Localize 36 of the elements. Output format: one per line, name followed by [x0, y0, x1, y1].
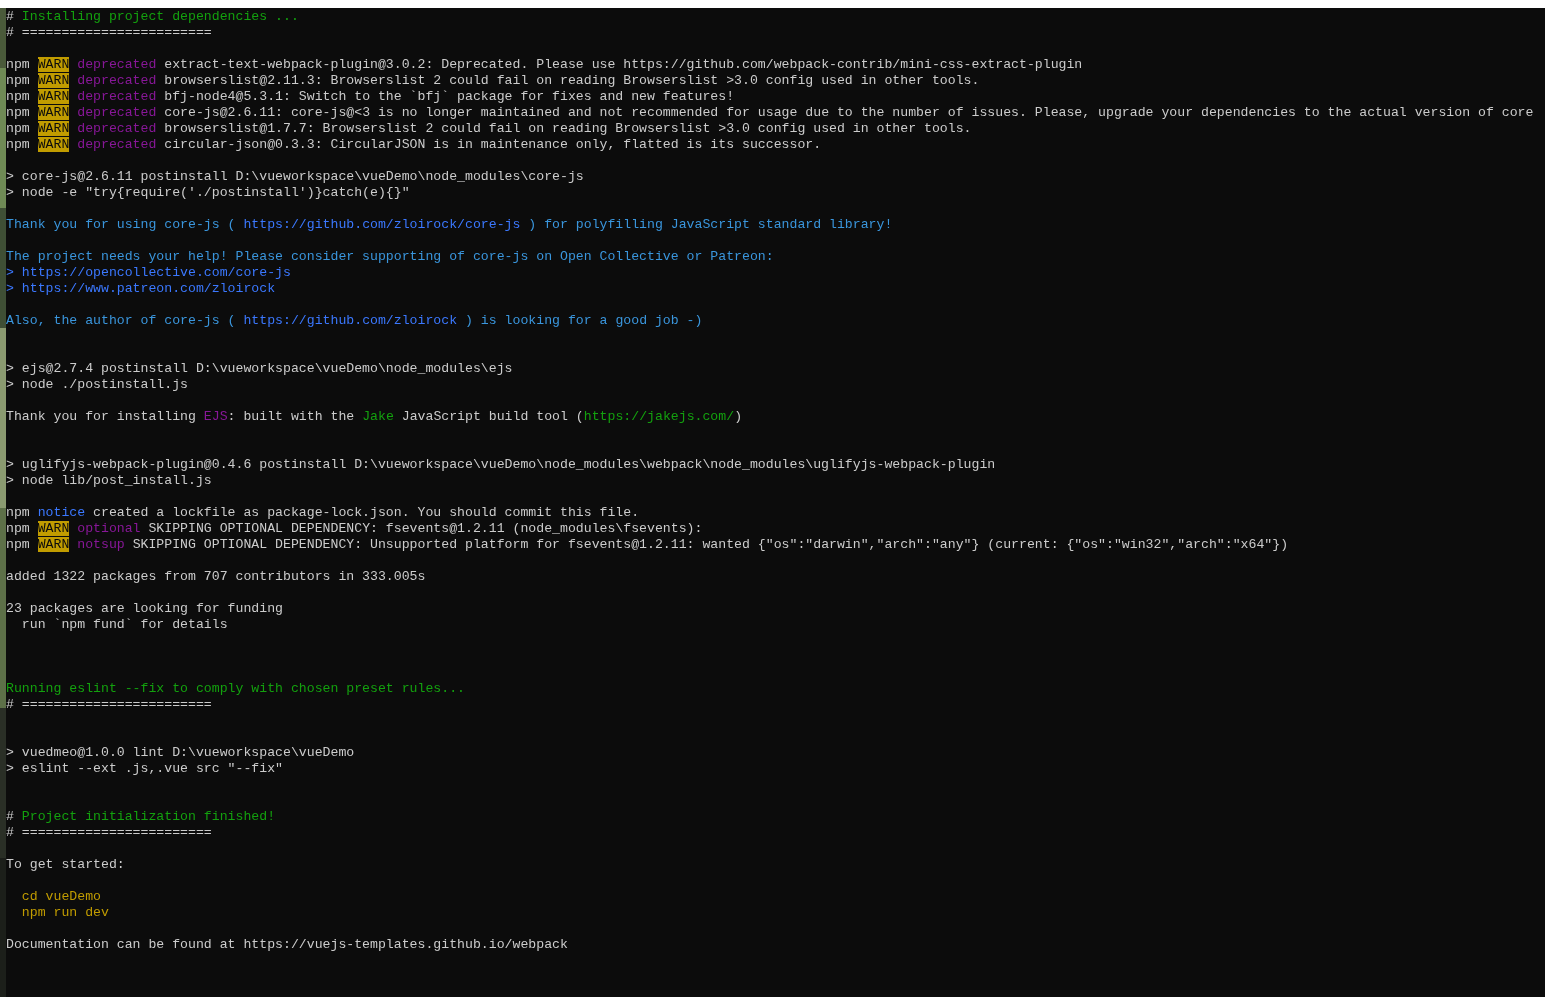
terminal-line: npm notice created a lockfile as package-lock.json. You should commit this file.	[6, 505, 641, 521]
terminal-line: > ejs@2.7.4 postinstall D:\vueworkspace\vueDemo\node_modules\ejs	[6, 361, 514, 377]
terminal-line: Thank you for installing EJS: built with the Jake JavaScript build tool (https://jakejs.com/)	[6, 409, 744, 425]
terminal-line: > node -e "try{require('./postinstall')}catch(e){}"	[6, 185, 411, 201]
terminal-line: > https://www.patreon.com/zloirock	[6, 281, 277, 297]
terminal-line: > node lib/post_install.js	[6, 473, 213, 489]
terminal-line: npm WARN deprecated extract-text-webpack-plugin@3.0.2: Deprecated. Please use https://github.com/webpack-contrib/mini-css-extract-plugin	[6, 57, 1084, 73]
terminal-line: # ========================	[6, 25, 213, 41]
terminal-line: npm WARN deprecated circular-json@0.3.3: CircularJSON is in maintenance only, flatted is its successor.	[6, 137, 823, 153]
terminal-line: Also, the author of core-js ( https://github.com/zloirock ) is looking for a good job -)	[6, 313, 704, 329]
terminal-line: # ========================	[6, 697, 213, 713]
terminal-line: npm WARN deprecated browserslist@1.7.7: Browserslist 2 could fail on reading Browserslist >3.0 config used in other tools.	[6, 121, 973, 137]
terminal-line: npm WARN optional SKIPPING OPTIONAL DEPENDENCY: fsevents@1.2.11 (node_modules\fsevents):	[6, 521, 704, 537]
terminal-line: npm WARN deprecated core-js@2.6.11: core-js@<3 is no longer maintained and not recommended for usage due to the number of issues. Please, upgrade your dependencies to the actual version of core	[6, 105, 1535, 121]
terminal-line: The project needs your help! Please consider supporting of core-js on Open Collective or Patreon:	[6, 249, 775, 265]
terminal-line: # Installing project dependencies ...	[6, 9, 300, 25]
terminal-line: npm WARN notsup SKIPPING OPTIONAL DEPENDENCY: Unsupported platform for fsevents@1.2.11: wanted {"os":"darwin","arch":"any"} (current: {"os":"win32","arch":"x64"})	[6, 537, 1290, 553]
terminal-line: > uglifyjs-webpack-plugin@0.4.6 postinstall D:\vueworkspace\vueDemo\node_modules\webpack\node_modules\uglifyjs-webpack-plugin	[6, 457, 997, 473]
terminal-line: Documentation can be found at https://vuejs-templates.github.io/webpack	[6, 937, 569, 953]
terminal-line: Running eslint --fix to comply with chosen preset rules...	[6, 681, 466, 697]
terminal-line: cd vueDemo	[20, 889, 102, 905]
terminal-line: npm WARN deprecated browserslist@2.11.3: Browserslist 2 could fail on reading Browserslist >3.0 config used in other tools.	[6, 73, 981, 89]
terminal-line: > vuedmeo@1.0.0 lint D:\vueworkspace\vueDemo	[6, 745, 356, 761]
terminal-line: > core-js@2.6.11 postinstall D:\vueworkspace\vueDemo\node_modules\core-js	[6, 169, 585, 185]
terminal-line: > node ./postinstall.js	[6, 377, 190, 393]
terminal-line: > eslint --ext .js,.vue src "--fix"	[6, 761, 284, 777]
terminal-line: # ========================	[6, 825, 213, 841]
terminal-line: 23 packages are looking for funding	[6, 601, 284, 617]
terminal-line: # Project initialization finished!	[6, 809, 277, 825]
terminal-line: To get started:	[6, 857, 126, 873]
terminal-line: npm WARN deprecated bfj-node4@5.3.1: Switch to the `bfj` package for fixes and new features!	[6, 89, 736, 105]
terminal-line: > https://opencollective.com/core-js	[6, 265, 292, 281]
terminal-line: run `npm fund` for details	[20, 617, 229, 633]
terminal-line: added 1322 packages from 707 contributors in 333.005s	[6, 569, 427, 585]
terminal-line: npm run dev	[20, 905, 110, 921]
terminal-line: Thank you for using core-js ( https://github.com/zloirock/core-js ) for polyfilling JavaScript standard library!	[6, 217, 894, 233]
